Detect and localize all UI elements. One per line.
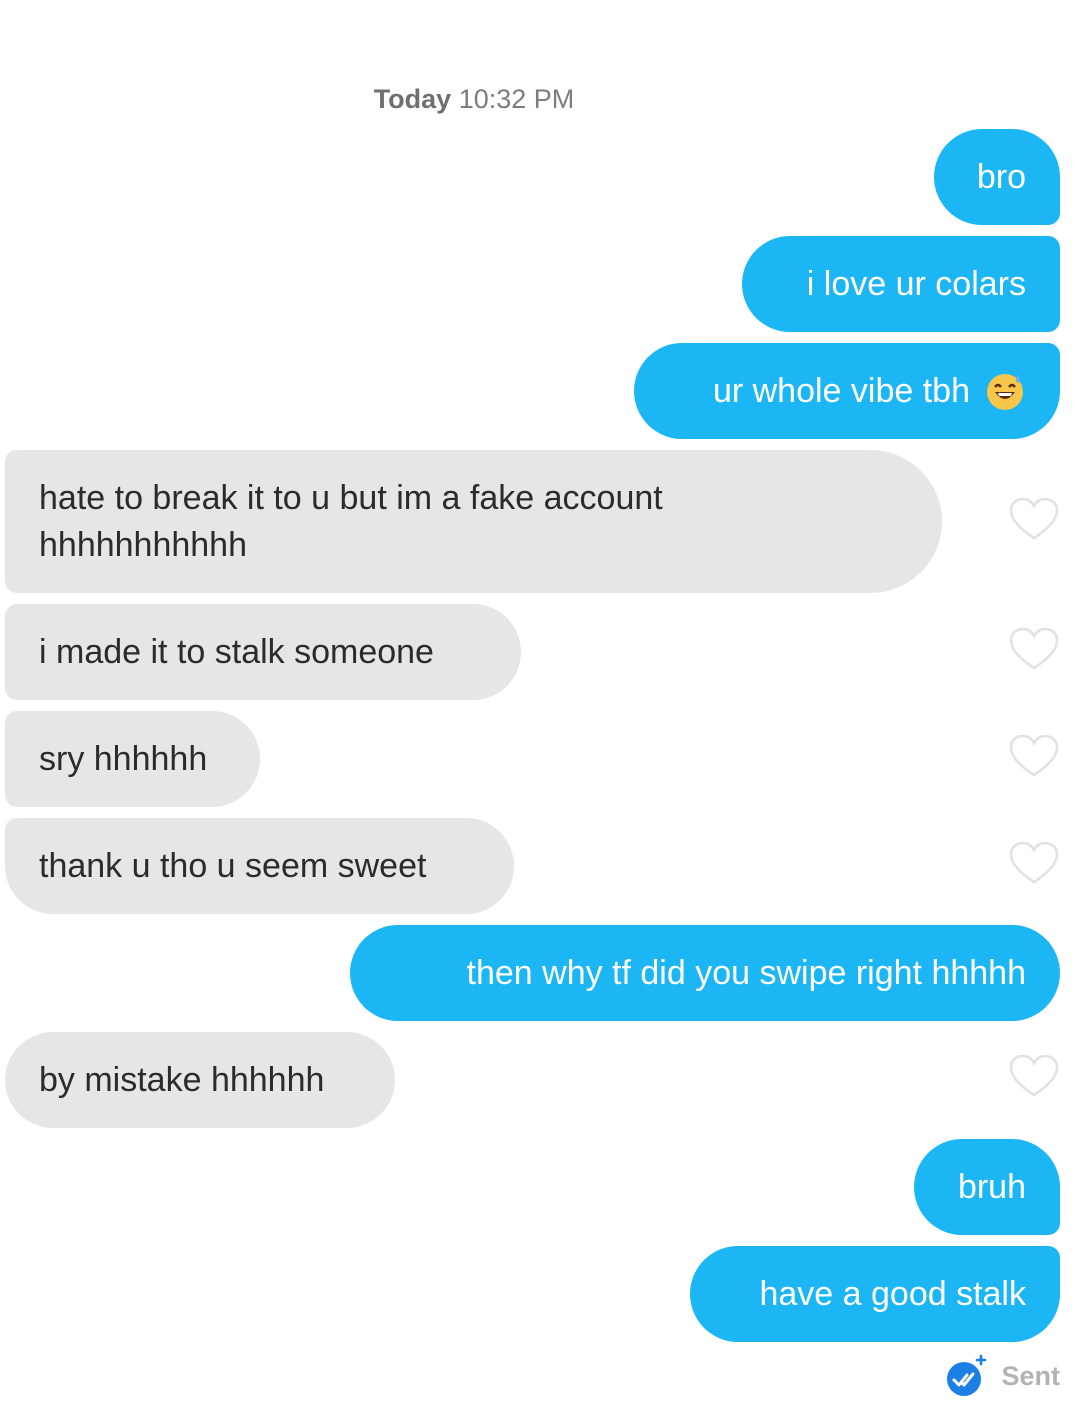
message-bubble-received[interactable]: sry hhhhhh [5,711,260,807]
message-bubble-sent[interactable]: bruh [914,1139,1060,1235]
message-bubble-sent[interactable]: then why tf did you swipe right hhhhh [350,925,1060,1021]
message-bubble-sent[interactable]: i love ur colars [742,236,1060,332]
message-bubble-sent[interactable]: ur whole vibe tbh [634,343,1060,439]
sent-check-icon [947,1354,987,1396]
message-text: have a good stalk [759,1274,1026,1313]
timestamp-day: Today [373,84,452,114]
like-heart-icon[interactable] [1008,1053,1060,1099]
like-heart-icon[interactable] [1008,496,1060,542]
message-text: thank u tho u seem sweet [39,846,427,885]
message-bubble-sent[interactable]: have a good stalk [690,1246,1060,1342]
message-text: ur whole vibe tbh [712,371,970,410]
message-bubble-received[interactable]: i made it to stalk someone [5,604,521,700]
message-text: by mistake hhhhhh [39,1060,325,1099]
message-text: i love ur colars [806,264,1026,303]
message-text: bro [976,157,1026,196]
message-status: Sent [945,1354,1060,1398]
message-text: bruh [957,1167,1026,1206]
message-bubble-received[interactable]: hate to break it to u but im a fake acco… [5,450,942,593]
like-heart-icon[interactable] [1008,733,1060,779]
sent-status-label: Sent [1001,1360,1060,1391]
message-bubble-received[interactable]: thank u tho u seem sweet [5,818,514,914]
timestamp-time: 10:32 PM [458,84,575,114]
conversation-timestamp: Today 10:32 PM [0,84,948,115]
grinning-sweat-emoji-icon [987,374,1023,410]
message-text: sry hhhhhh [39,739,208,778]
like-heart-icon[interactable] [1008,626,1060,672]
message-text: hate to break it to u but im a fake acco… [39,478,663,564]
message-bubble-sent[interactable]: bro [934,129,1060,225]
message-text: i made it to stalk someone [39,632,434,671]
message-text: then why tf did you swipe right hhhhh [466,953,1026,992]
message-bubble-received[interactable]: by mistake hhhhhh [5,1032,395,1128]
like-heart-icon[interactable] [1008,840,1060,886]
